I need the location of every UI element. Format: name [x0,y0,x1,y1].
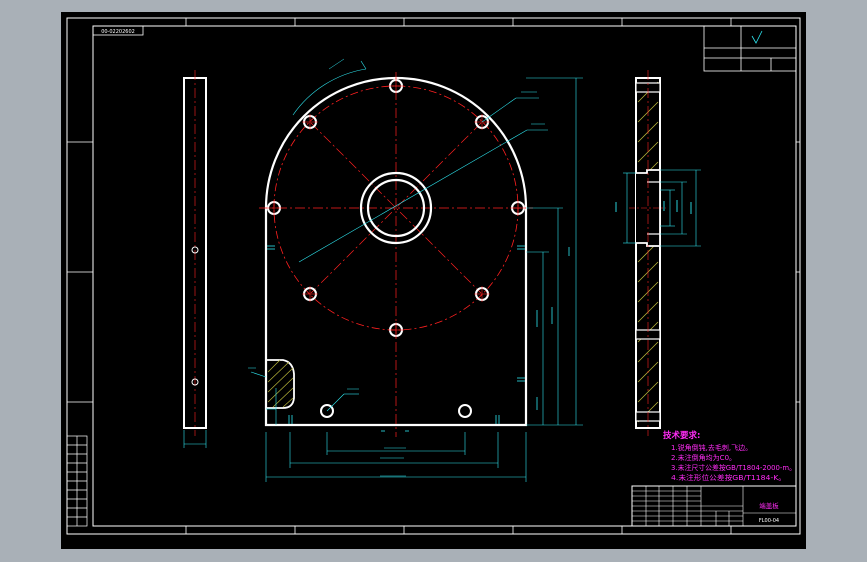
drawing-number-tag: 00-02202602 [92,25,144,36]
tech-req-title: 技术要求: [663,430,700,441]
center-lines [259,72,533,437]
side-view-left[interactable] [183,70,207,448]
title-block[interactable]: 端盖板 FL00-04 [631,485,797,527]
dimension-text-marks [248,58,570,477]
slot-hatch [267,359,294,408]
tech-req-item-4: 4.未注形位公差按GB/T1184-K。 [671,473,786,482]
tech-req-item-1: 1.锐角倒钝,去毛刺,飞边。 [671,443,752,452]
section-view-right[interactable] [615,70,701,436]
svg-text:00-02202602: 00-02202602 [101,29,135,35]
part-name: 端盖板 [759,501,779,510]
tech-req-item-3: 3.未注尺寸公差按GB/T1804-2000-m。 [671,463,796,472]
cad-drawing-viewport[interactable]: 00-02202602 技术要求: 1.锐角倒钝,去毛刺,飞边。 2.未注倒角均… [61,12,806,549]
drawing-canvas: 00-02202602 技术要求: 1.锐角倒钝,去毛刺,飞边。 2.未注倒角均… [66,17,801,535]
left-revision-table [66,435,88,527]
part-code: FL00-04 [759,518,779,524]
technical-requirements: 技术要求: 1.锐角倒钝,去毛刺,飞边。 2.未注倒角均为C0。 3.未注尺寸公… [663,430,796,482]
tech-req-item-2: 2.未注倒角均为C0。 [671,453,736,462]
bottom-hole-right [458,404,472,418]
roughness-table [703,25,797,72]
front-view[interactable] [179,58,583,482]
